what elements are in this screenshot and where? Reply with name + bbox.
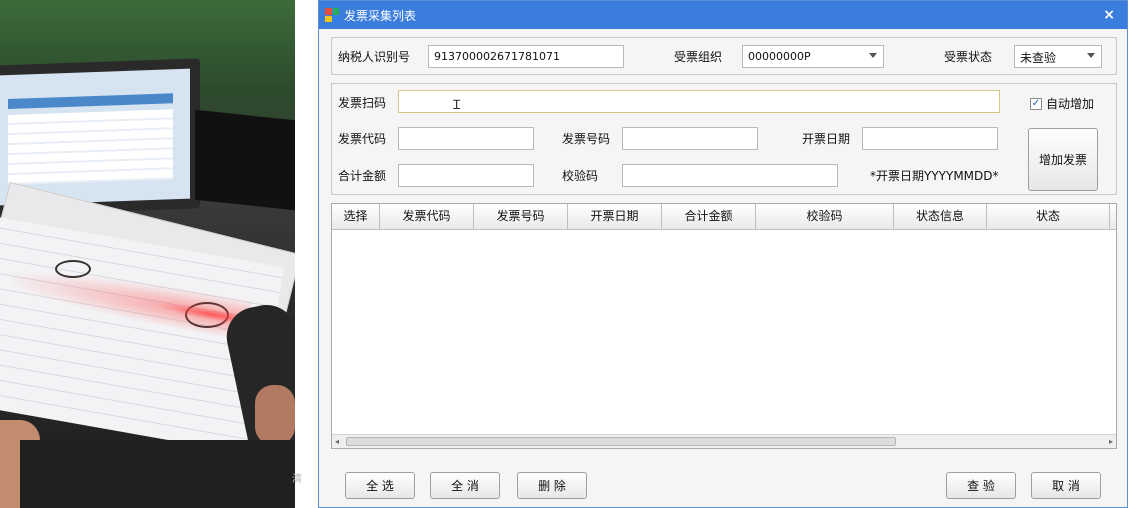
taxpayer-id-field[interactable]: 913700002671781071	[428, 45, 624, 68]
horizontal-scrollbar[interactable]: ◂ ▸	[332, 434, 1116, 448]
caption-fragment: 清	[292, 474, 302, 485]
delete-button[interactable]: 删 除	[517, 472, 587, 499]
scroll-right-icon[interactable]: ▸	[1109, 435, 1113, 448]
receipt-status-value: 未查验	[1020, 51, 1057, 65]
receiving-org-label: 受票组织	[674, 50, 723, 64]
chevron-down-icon	[869, 53, 877, 58]
taxpayer-id-value: 913700002671781071	[434, 50, 560, 63]
invoice-entry-panel: 发票扫码 Ɪ ✓ 自动增加 发票代码 发票号码 开票日期 合计金额 校验码 *开…	[331, 83, 1117, 195]
divider-strip	[295, 0, 317, 508]
invoice-number-label: 发票号码	[562, 132, 611, 146]
invoice-collection-dialog: 发票采集列表 × 纳税人识别号 913700002671781071 受票组织 …	[318, 0, 1128, 508]
clear-all-button[interactable]: 全 消	[430, 472, 500, 499]
taxpayer-id-label: 纳税人识别号	[338, 50, 411, 64]
chevron-down-icon	[1087, 53, 1095, 58]
invoice-code-label: 发票代码	[338, 132, 387, 146]
header-panel: 纳税人识别号 913700002671781071 受票组织 00000000P…	[331, 37, 1117, 75]
column-header-invoice-date[interactable]: 开票日期	[568, 204, 662, 229]
text-cursor-icon: Ɪ	[453, 98, 461, 113]
column-header-invoice-number[interactable]: 发票号码	[474, 204, 568, 229]
desk	[20, 440, 295, 508]
laptop-screen	[0, 68, 190, 206]
hand	[255, 385, 295, 445]
total-amount-label: 合计金额	[338, 169, 387, 183]
select-all-button[interactable]: 全 选	[345, 472, 415, 499]
camera-photo	[0, 0, 295, 508]
app-icon	[325, 8, 339, 22]
receiving-org-select[interactable]: 00000000P	[742, 45, 884, 68]
scrollbar-thumb[interactable]	[346, 437, 896, 446]
check-code-label: 校验码	[562, 169, 599, 183]
checkbox-icon: ✓	[1030, 97, 1042, 110]
title-bar: 发票采集列表 ×	[319, 1, 1127, 29]
add-invoice-button[interactable]: 增加发票	[1028, 128, 1098, 191]
column-header-select[interactable]: 选择	[332, 204, 380, 229]
cancel-button[interactable]: 取 消	[1031, 472, 1101, 499]
table-header: 选择 发票代码 发票号码 开票日期 合计金额 校验码 状态信息 状态	[332, 204, 1116, 230]
scroll-left-icon[interactable]: ◂	[335, 435, 339, 448]
column-header-status-info[interactable]: 状态信息	[894, 204, 987, 229]
keyboard	[195, 109, 295, 211]
auto-add-label: 自动增加	[1046, 97, 1095, 111]
invoice-scan-input[interactable]: Ɪ	[398, 90, 1000, 113]
receiving-org-value: 00000000P	[748, 50, 811, 63]
receipt-status-select[interactable]: 未查验	[1014, 45, 1102, 68]
column-header-invoice-code[interactable]: 发票代码	[380, 204, 474, 229]
invoice-date-input[interactable]	[862, 127, 998, 150]
invoice-scan-label: 发票扫码	[338, 96, 387, 110]
check-code-input[interactable]	[622, 164, 838, 187]
date-format-hint: *开票日期YYYYMMDD*	[870, 169, 999, 183]
invoice-table: 选择 发票代码 发票号码 开票日期 合计金额 校验码 状态信息 状态 ◂ ▸	[331, 203, 1117, 449]
column-header-status[interactable]: 状态	[987, 204, 1110, 229]
verify-button[interactable]: 查 验	[946, 472, 1016, 499]
invoice-code-input[interactable]	[398, 127, 534, 150]
total-amount-input[interactable]	[398, 164, 534, 187]
column-header-check-code[interactable]: 校验码	[756, 204, 894, 229]
close-icon[interactable]: ×	[1103, 7, 1115, 23]
receipt-status-label: 受票状态	[944, 50, 993, 64]
invoice-date-label: 开票日期	[802, 132, 851, 146]
auto-add-checkbox[interactable]: ✓ 自动增加	[1030, 95, 1094, 112]
window-title: 发票采集列表	[344, 8, 417, 23]
invoice-number-input[interactable]	[622, 127, 758, 150]
column-header-total-amount[interactable]: 合计金额	[662, 204, 756, 229]
